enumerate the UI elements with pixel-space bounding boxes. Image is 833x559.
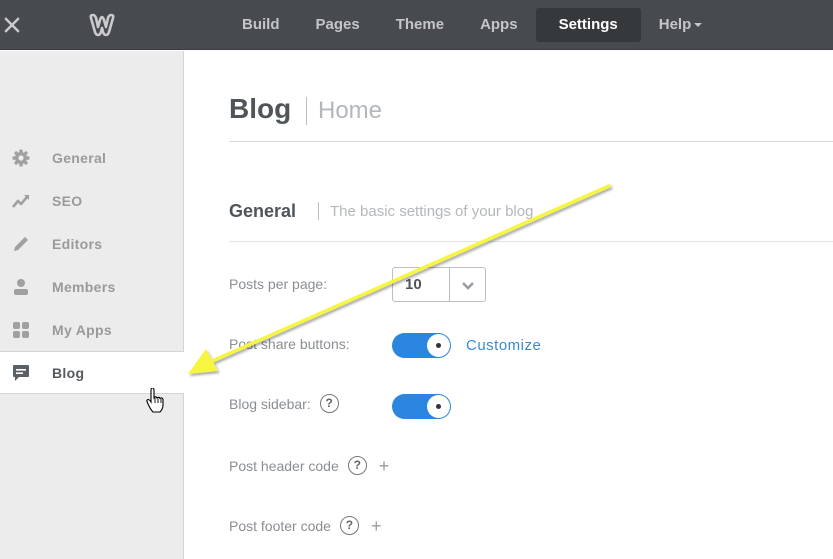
nav-build-label: Build [242, 16, 280, 33]
chevron-down-icon [457, 277, 479, 293]
posts-per-page-label: Posts per page: [229, 276, 327, 292]
post-header-code-label: Post header code [229, 457, 339, 474]
add-post-header-code-button[interactable]: + [379, 457, 390, 475]
post-share-buttons-toggle[interactable] [392, 333, 451, 358]
section-title-divider [318, 202, 319, 220]
help-icon[interactable]: ? [319, 394, 339, 413]
caret-down-icon [694, 23, 703, 28]
page-title: Blog [229, 93, 292, 124]
nav-help-label: Help [658, 16, 692, 33]
sidebar-item-seo[interactable]: SEO [0, 179, 183, 222]
nav-apps-label: Apps [480, 16, 518, 33]
pencil-icon [12, 235, 30, 253]
main-nav: Build Pages Theme Apps Settings Help [224, 8, 720, 42]
close-icon [4, 17, 20, 33]
customize-link[interactable]: Customize [466, 337, 541, 354]
help-icon[interactable]: ? [339, 516, 359, 535]
sidebar-item-label: Editors [52, 235, 103, 252]
help-icon[interactable]: ? [347, 456, 367, 475]
header-divider [229, 141, 833, 142]
nav-theme[interactable]: Theme [378, 8, 462, 42]
sidebar-item-label: SEO [52, 192, 83, 209]
sidebar-item-label: My Apps [52, 321, 112, 338]
toggle-knob [427, 395, 450, 418]
close-button[interactable] [4, 13, 22, 37]
toggle-knob [427, 334, 450, 357]
posts-per-page-text: Posts per page: [229, 276, 328, 292]
post-share-buttons-label: Post share buttons: [229, 336, 350, 352]
nav-pages-label: Pages [315, 16, 360, 33]
nav-pages[interactable]: Pages [298, 8, 378, 42]
hand-cursor-icon [146, 388, 164, 413]
post-footer-code-row: Post footer code ? + [229, 516, 381, 535]
nav-build[interactable]: Build [224, 8, 298, 42]
sidebar-item-my-apps[interactable]: My Apps [0, 308, 183, 351]
trend-icon [12, 192, 30, 210]
title-divider [306, 97, 307, 125]
grid-icon [12, 321, 30, 339]
weebly-logo-icon[interactable] [88, 13, 116, 37]
sidebar-item-general[interactable]: General [0, 136, 183, 179]
settings-sidebar: General SEO Editors Members My Apps Blog [0, 51, 184, 559]
blog-sidebar-text: Blog sidebar: [229, 395, 311, 412]
nav-help[interactable]: Help [641, 8, 721, 42]
top-bar: Build Pages Theme Apps Settings Help [0, 0, 833, 50]
section-subtitle: The basic settings of your blog [330, 203, 534, 220]
blog-sidebar-toggle[interactable] [392, 394, 451, 419]
nav-theme-label: Theme [395, 16, 445, 33]
select-divider [449, 268, 450, 301]
sidebar-item-label: Members [52, 278, 116, 295]
sidebar-item-label: General [52, 149, 107, 166]
comment-icon [12, 364, 30, 382]
posts-per-page-value: 10 [405, 276, 422, 293]
post-share-buttons-text: Post share buttons: [229, 336, 350, 352]
gear-icon [12, 149, 30, 167]
add-post-footer-code-button[interactable]: + [371, 517, 382, 535]
sidebar-item-members[interactable]: Members [0, 265, 183, 308]
section-divider [229, 241, 833, 242]
sidebar-item-editors[interactable]: Editors [0, 222, 183, 265]
nav-settings[interactable]: Settings [535, 8, 641, 42]
blog-sidebar-label: Blog sidebar: ? [229, 394, 339, 413]
page-subtitle: Home [318, 97, 383, 124]
post-header-code-row: Post header code ? + [229, 456, 389, 475]
sidebar-item-label: Blog [52, 364, 85, 381]
nav-apps[interactable]: Apps [462, 8, 536, 42]
nav-settings-label: Settings [558, 16, 618, 33]
section-title: General [229, 201, 297, 221]
post-footer-code-label: Post footer code [229, 517, 331, 534]
posts-per-page-select[interactable]: 10 [392, 267, 486, 302]
person-icon [12, 278, 30, 296]
